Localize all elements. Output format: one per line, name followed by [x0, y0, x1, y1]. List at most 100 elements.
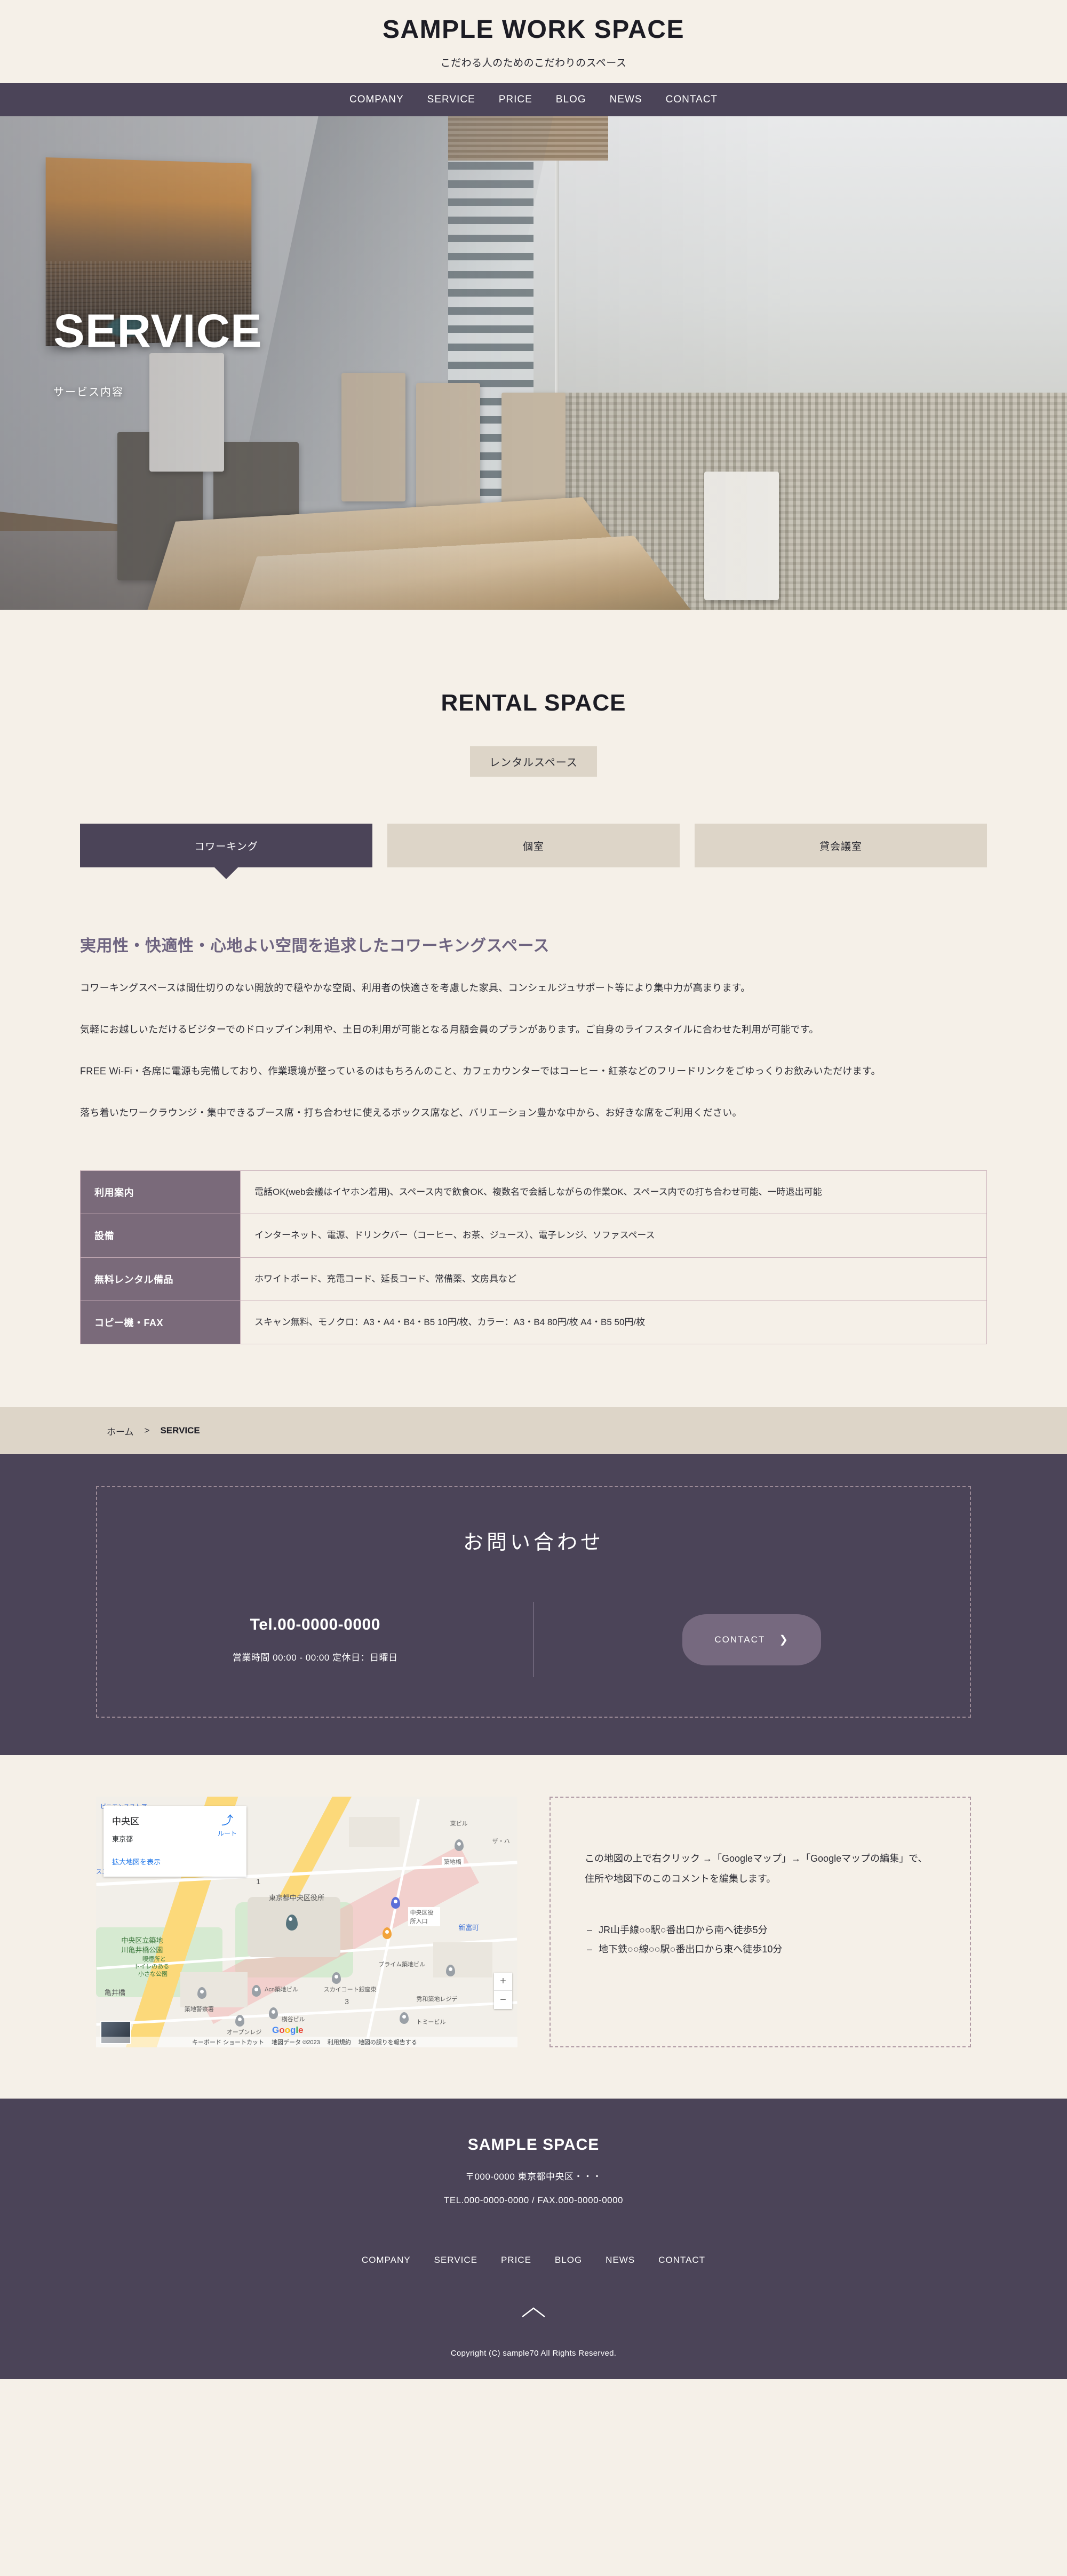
contact-business-hours: 営業時間 00:00 - 00:00 定休日：日曜日	[232, 1653, 398, 1663]
tab-meeting-room[interactable]: 貸会議室	[695, 824, 987, 867]
footer-navigation: COMPANY SERVICE PRICE BLOG NEWS CONTACT	[0, 2255, 1067, 2266]
nav-item-news[interactable]: NEWS	[610, 94, 642, 106]
map-data-credit: 地図データ ©2023	[272, 2039, 320, 2046]
content-paragraph-2: 気軽にお越しいただけるビジターでのドロップイン利用や、土日の利用が可能となる月額…	[80, 1024, 819, 1035]
map-label: 東京都中央区役所	[268, 1893, 324, 1902]
google-logo: Google	[272, 2025, 304, 2036]
table-row-header: 無料レンタル備品	[80, 1257, 241, 1301]
table-row-header: 利用案内	[80, 1170, 241, 1215]
zoom-in-button[interactable]: +	[494, 1973, 512, 1991]
table-row-header: 設備	[80, 1214, 241, 1258]
map-info-card[interactable]: 中央区 東京都 拡大地図を表示 ⤴ ルート	[103, 1806, 246, 1877]
map-marker-main[interactable]	[285, 1915, 298, 1931]
footer-nav-service[interactable]: SERVICE	[434, 2255, 477, 2266]
list-item: 地下鉄○○線○○駅○番出口から東へ徒歩10分	[587, 1940, 936, 1959]
footer-nav-price[interactable]: PRICE	[501, 2255, 531, 2266]
map-label: ザ・ハ	[492, 1838, 510, 1845]
nav-item-company[interactable]: COMPANY	[349, 94, 404, 106]
map-report-error-link[interactable]: 地図の誤りを報告する	[359, 2038, 417, 2046]
map-label: 秀和築地レジデ	[416, 1996, 458, 2003]
contact-button[interactable]: CONTACT ❯	[682, 1614, 822, 1665]
map-note-box: この地図の上で右クリック →「Googleマップ」→「Googleマップの編集」…	[550, 1797, 971, 2048]
table-row-value: 電話OK(web会議はイヤホン着用)、スペース内で飲食OK、複数名で会話しながら…	[240, 1170, 987, 1215]
site-title: SAMPLE WORK SPACE	[383, 15, 684, 44]
main-navigation: COMPANY SERVICE PRICE BLOG NEWS CONTACT	[0, 83, 1067, 116]
hero-title: SERVICE	[53, 304, 262, 357]
content-paragraph-3: FREE Wi-Fi・各席に電源も完備しており、作業環境が整っているのはもちろん…	[80, 1066, 881, 1076]
map-marker[interactable]	[197, 1987, 206, 1999]
table-row-value: スキャン無料、モノクロ：A3・A4・B4・B5 10円/枚、カラー：A3・B4 …	[240, 1301, 987, 1344]
map-attribution: キーボード ショートカット 地図データ ©2023 利用規約 地図の誤りを報告す…	[96, 2037, 517, 2048]
map-label: 1	[256, 1877, 260, 1886]
table-row-value: ホワイトボード、充電コード、延長コード、常備薬、文房具など	[240, 1257, 987, 1301]
map-label: 中央区役所入口	[408, 1907, 440, 1926]
hero-subtitle: サービス内容	[53, 386, 124, 398]
map-label: 築地橋	[441, 1856, 464, 1867]
copyright-text: Copyright (C) sample70 All Rights Reserv…	[450, 2349, 617, 2358]
back-to-top-button[interactable]	[0, 2306, 1067, 2319]
map-label: 川亀井橋公園	[121, 1946, 163, 1955]
contact-section: お問い合わせ Tel.00-0000-0000 営業時間 00:00 - 00:…	[0, 1454, 1067, 1756]
table-row: 利用案内 電話OK(web会議はイヤホン着用)、スペース内で飲食OK、複数名で会…	[80, 1170, 987, 1215]
nav-item-service[interactable]: SERVICE	[427, 94, 475, 106]
rental-type-tabs: コワーキング 個室 貸会議室	[80, 824, 987, 867]
footer-nav-blog[interactable]: BLOG	[555, 2255, 582, 2266]
map-label: 東ビル	[450, 1821, 468, 1828]
google-map[interactable]: ビニエンスストア 東ビル ザ・ハ 築地橋 ススストア 1 東京都中央区役所 中央…	[96, 1797, 517, 2048]
contact-title: お問い合わせ	[463, 1532, 604, 1554]
map-marker[interactable]	[445, 1965, 455, 1977]
footer-nav-company[interactable]: COMPANY	[362, 2255, 411, 2266]
footer-nav-contact[interactable]: CONTACT	[658, 2255, 705, 2266]
map-access-list: JR山手線○○駅○番出口から南へ徒歩5分 地下鉄○○線○○駅○番出口から東へ徒歩…	[585, 1920, 936, 1959]
content-paragraph-1: コワーキングスペースは間仕切りのない開放的で穏やかな空間、利用者の快適さを考慮し…	[80, 983, 751, 993]
section-badge-row: レンタルスペース	[80, 746, 987, 777]
contact-telephone: Tel.00-0000-0000	[250, 1616, 380, 1634]
footer-brand: SAMPLE SPACE	[467, 2136, 600, 2154]
nav-item-contact[interactable]: CONTACT	[666, 94, 718, 106]
table-row: 設備 インターネット、電源、ドリンクバー（コーヒー、お茶、ジュース）、電子レンジ…	[80, 1214, 987, 1258]
nav-item-price[interactable]: PRICE	[499, 94, 532, 106]
site-header: SAMPLE WORK SPACE こだわる人のためのこだわりのスペース	[0, 0, 1067, 83]
map-route-button[interactable]: ⤴ ルート	[218, 1815, 237, 1838]
table-row: 無料レンタル備品 ホワイトボード、充電コード、延長コード、常備薬、文房具など	[80, 1257, 987, 1301]
map-keyboard-shortcuts[interactable]: キーボード ショートカット	[192, 2038, 264, 2046]
breadcrumb-home[interactable]: ホーム	[107, 1424, 134, 1438]
map-route-label: ルート	[217, 1830, 237, 1838]
contact-info: Tel.00-0000-0000 営業時間 00:00 - 00:00 定休日：…	[97, 1602, 534, 1678]
map-marker[interactable]	[235, 2015, 244, 2027]
map-marker-parking[interactable]	[391, 1897, 400, 1909]
map-terms-link[interactable]: 利用規約	[328, 2038, 351, 2046]
map-marker[interactable]	[454, 1839, 464, 1852]
map-marker[interactable]	[399, 2012, 409, 2024]
hero-banner: SERVICE サービス内容	[0, 116, 1067, 610]
section-badge: レンタルスペース	[470, 746, 597, 777]
map-note-text: この地図の上で右クリック →「Googleマップ」→「Googleマップの編集」…	[585, 1853, 928, 1884]
table-row-value: インターネット、電源、ドリンクバー（コーヒー、お茶、ジュース）、電子レンジ、ソフ…	[240, 1214, 987, 1258]
map-label: 小さな公園	[138, 1971, 168, 1978]
map-building-block	[180, 1972, 248, 2007]
breadcrumb-current: SERVICE	[160, 1425, 200, 1436]
nav-item-blog[interactable]: BLOG	[556, 94, 586, 106]
tab-coworking[interactable]: コワーキング	[80, 824, 372, 867]
map-label: 築地警察署	[184, 2006, 214, 2013]
map-label: 新富町	[458, 1924, 480, 1932]
zoom-out-button[interactable]: −	[494, 1991, 512, 2009]
map-expand-link[interactable]: 拡大地図を表示	[112, 1856, 238, 1867]
footer-nav-news[interactable]: NEWS	[606, 2255, 635, 2266]
contact-button-label: CONTACT	[714, 1634, 766, 1645]
rental-space-section: RENTAL SPACE レンタルスペース コワーキング 個室 貸会議室 実用性…	[0, 610, 1067, 1408]
footer-tel-fax: TEL.000-0000-0000 / FAX.000-0000-0000	[443, 2195, 624, 2206]
map-marker[interactable]	[332, 1972, 341, 1984]
tab-private-room[interactable]: 個室	[387, 824, 680, 867]
map-label: トミービル	[416, 2019, 446, 2025]
map-zoom-controls[interactable]: + −	[494, 1973, 512, 2009]
map-label: 亀井橋	[104, 1989, 125, 1997]
table-row: コピー機・FAX スキャン無料、モノクロ：A3・A4・B4・B5 10円/枚、カ…	[80, 1301, 987, 1344]
map-label: Acn築地ビル	[265, 1986, 298, 1993]
table-row-header: コピー機・FAX	[80, 1301, 241, 1344]
map-label: 3	[345, 1997, 349, 2006]
chevron-right-icon: ❯	[779, 1634, 790, 1646]
contact-box: お問い合わせ Tel.00-0000-0000 営業時間 00:00 - 00:…	[96, 1486, 971, 1718]
chevron-up-icon	[522, 2307, 545, 2318]
map-marker[interactable]	[268, 2007, 278, 2019]
